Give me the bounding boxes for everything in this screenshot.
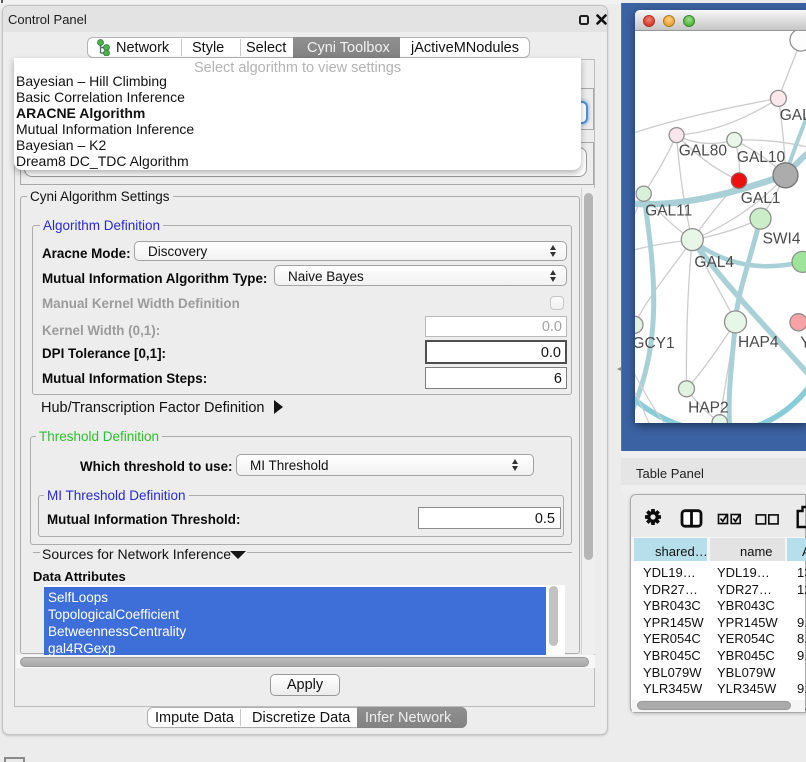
svg-text:GAL7: GAL7 [780,107,806,124]
svg-text:GAL4: GAL4 [694,254,734,271]
svg-text:HAP2: HAP2 [688,400,729,417]
svg-text:SWI4: SWI4 [763,231,801,248]
svg-text:GCY1: GCY1 [635,335,675,352]
svg-text:GAL10: GAL10 [737,149,786,166]
svg-text:GAL80: GAL80 [679,143,728,160]
svg-text:Y: Y [800,334,806,351]
svg-text:HAP4: HAP4 [738,334,779,351]
svg-text:GAL11: GAL11 [645,203,692,220]
svg-text:GAL1: GAL1 [741,190,781,207]
